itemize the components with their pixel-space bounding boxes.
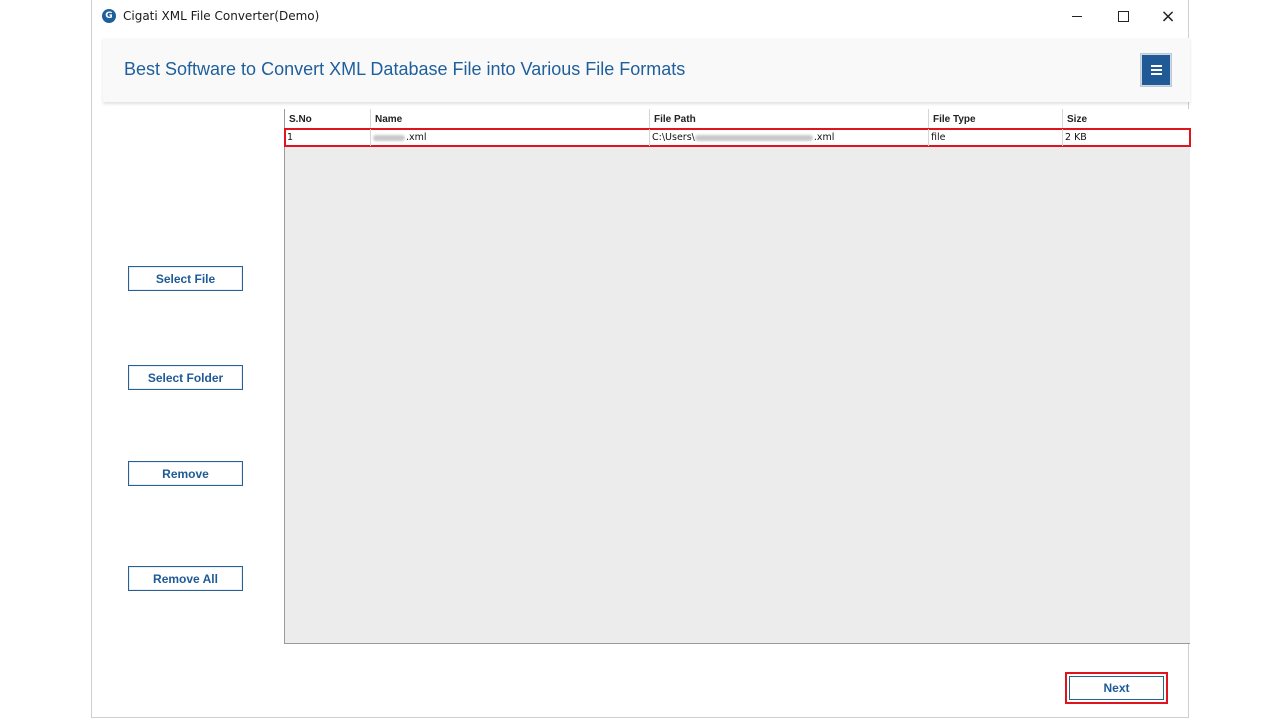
app-window: G Cigati XML File Converter(Demo) × Best… <box>91 0 1191 718</box>
remove-button[interactable]: Remove <box>128 461 243 486</box>
page-title: Best Software to Convert XML Database Fi… <box>124 59 686 79</box>
select-file-button[interactable]: Select File <box>128 266 243 291</box>
menu-button[interactable] <box>1141 54 1171 86</box>
column-header-sno[interactable]: S.No <box>285 109 370 129</box>
cell-name: .xml <box>370 129 649 146</box>
next-button-highlight: Next <box>1065 672 1168 704</box>
hamburger-menu-icon <box>1150 65 1162 67</box>
maximize-icon <box>1117 10 1129 22</box>
close-icon: × <box>1160 5 1176 27</box>
column-header-file-path[interactable]: File Path <box>649 109 928 129</box>
window-title: Cigati XML File Converter(Demo) <box>123 9 320 23</box>
cell-path-prefix: C:\Users\ <box>652 132 695 143</box>
cell-sno: 1 <box>287 132 294 143</box>
minimize-icon <box>1072 15 1082 17</box>
column-header-size[interactable]: Size <box>1062 109 1190 129</box>
redacted-path <box>694 134 813 141</box>
column-header-file-type[interactable]: File Type <box>928 109 1062 129</box>
cell-file-type: file <box>928 129 1062 146</box>
cell-size: 2 KB <box>1062 129 1190 146</box>
cell-path-extension: .xml <box>813 132 835 143</box>
next-button[interactable]: Next <box>1069 676 1164 700</box>
maximize-button[interactable] <box>1100 0 1146 32</box>
close-button[interactable]: × <box>1145 0 1191 32</box>
title-bar[interactable]: G Cigati XML File Converter(Demo) × <box>92 0 1188 32</box>
cell-name-extension: .xml <box>406 132 427 143</box>
select-folder-button[interactable]: Select Folder <box>128 365 243 390</box>
table-row[interactable]: 1 .xml C:\Users\ .xml file 2 KB <box>284 128 1191 147</box>
redacted-filename <box>373 134 405 141</box>
minimize-button[interactable] <box>1054 0 1100 32</box>
table-header: S.No Name File Path File Type Size <box>285 109 1190 129</box>
file-list-table[interactable]: S.No Name File Path File Type Size 1 .xm… <box>284 109 1191 644</box>
cell-file-path: C:\Users\ .xml <box>649 129 928 146</box>
app-header: Best Software to Convert XML Database Fi… <box>103 38 1190 102</box>
column-header-name[interactable]: Name <box>370 109 649 129</box>
app-logo-icon: G <box>102 9 116 23</box>
remove-all-button[interactable]: Remove All <box>128 566 243 591</box>
